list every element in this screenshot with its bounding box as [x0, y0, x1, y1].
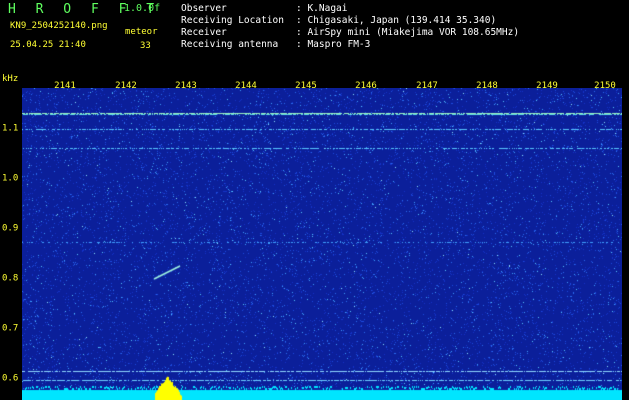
frequency-tick-label: 1.0 [2, 173, 19, 184]
frequency-tick-label: 0.6 [2, 373, 19, 384]
capture-datetime: 25.04.25 21:40 [10, 40, 86, 50]
metadata-value: : Maspro FM-3 [296, 39, 371, 50]
metadata-label: Observer [181, 3, 227, 14]
metadata-value: : AirSpy mini (Miakejima VOR 108.65MHz) [296, 27, 520, 38]
metadata-row-observer: Observer : K.Nagai [181, 3, 519, 15]
metadata-label: Receiver [181, 27, 227, 38]
frequency-tick-label: 0.8 [2, 273, 19, 284]
metadata-value: : Chigasaki, Japan (139.414 35.340) [296, 15, 497, 26]
spectrogram [22, 88, 622, 400]
frequency-unit-label: kHz [2, 74, 19, 84]
frequency-tick-label: 0.7 [2, 323, 19, 334]
metadata-label: Receiving Location [181, 15, 284, 26]
metadata-row-location: Receiving Location : Chigasaki, Japan (1… [181, 15, 519, 27]
station-metadata: Observer : K.Nagai Receiving Location : … [181, 3, 519, 51]
metadata-value: : K.Nagai [296, 3, 348, 14]
app-version: 1.0.0f [124, 3, 161, 14]
frequency-tick-label: 1.1 [2, 123, 19, 134]
metadata-row-antenna: Receiving antenna : Maspro FM-3 [181, 39, 519, 51]
image-filename: KN9_2504252140.png [10, 21, 108, 31]
spectrogram-canvas [22, 88, 622, 400]
meteor-count: 33 [140, 41, 151, 51]
frequency-tick-label: 0.9 [2, 223, 19, 234]
metadata-label: Receiving antenna [181, 39, 279, 50]
header-panel: H R O F F T 1.0.0f KN9_2504252140.png me… [0, 0, 629, 74]
meteor-label: meteor [125, 27, 158, 37]
metadata-row-receiver: Receiver : AirSpy mini (Miakejima VOR 10… [181, 27, 519, 39]
